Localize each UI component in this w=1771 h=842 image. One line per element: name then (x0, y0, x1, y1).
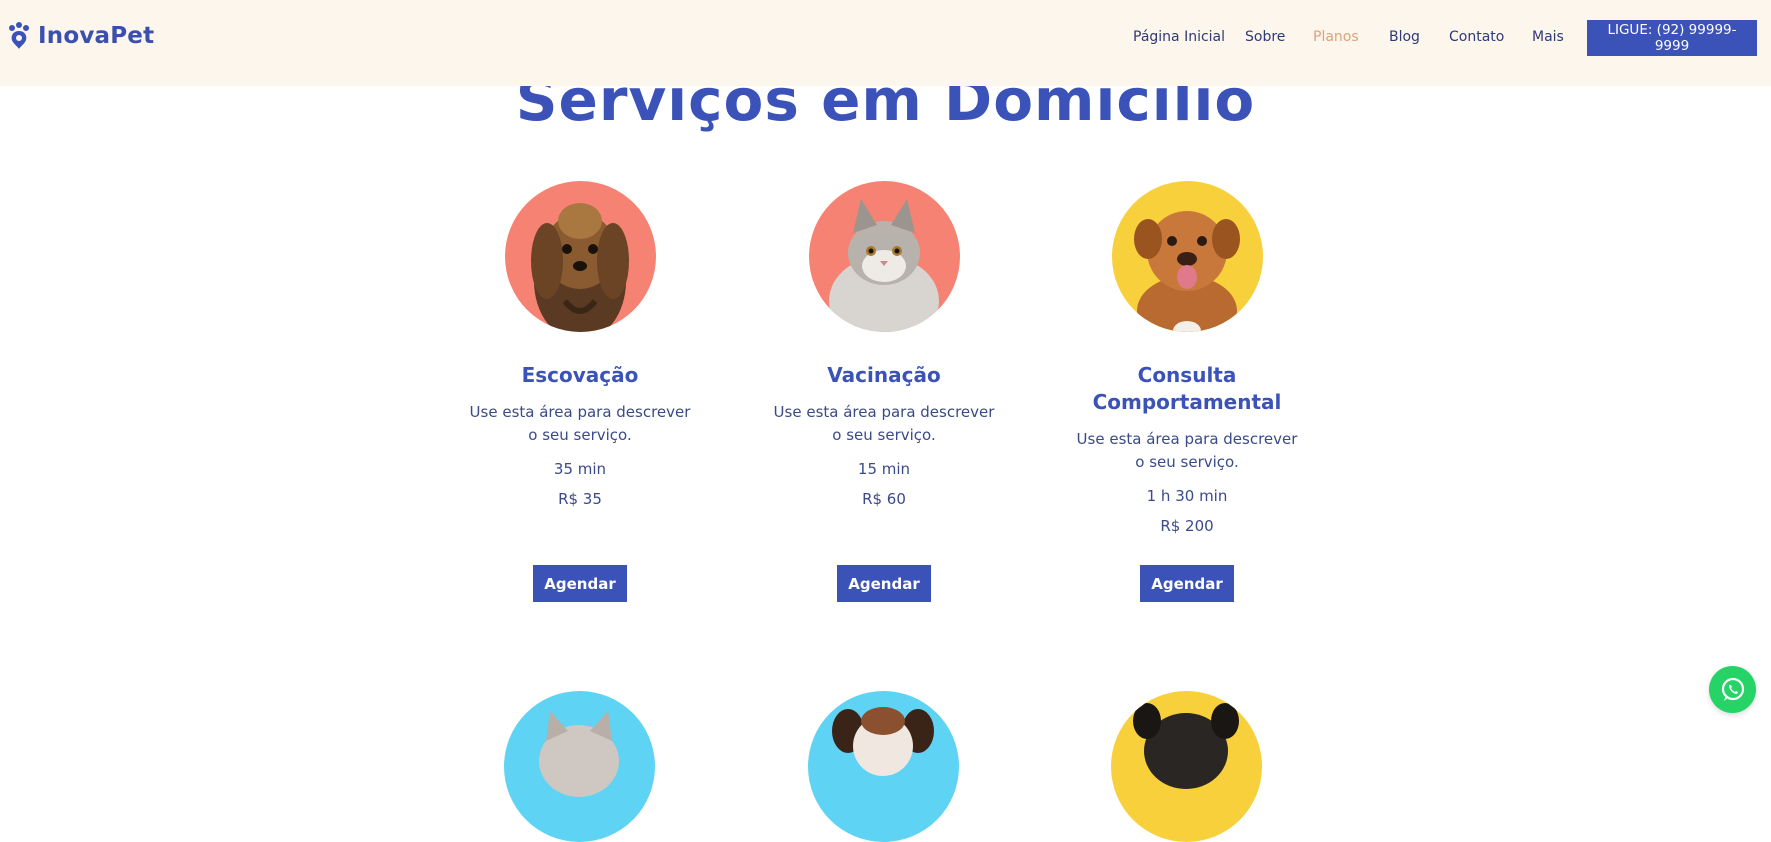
service-price: R$ 200 (1160, 517, 1214, 535)
agendar-button[interactable]: Agendar (1140, 565, 1234, 602)
service-card: Consulta Comportamental Use esta área pa… (1067, 181, 1307, 535)
call-button[interactable]: LIGUE: (92) 99999-9999 (1587, 20, 1757, 56)
cat-image (539, 711, 619, 797)
grey-cat-image (828, 199, 939, 332)
nav-item-mais[interactable]: Mais (1532, 29, 1564, 45)
agendar-button[interactable]: Agendar (837, 565, 931, 602)
nav-item-pagina-inicial[interactable]: Página Inicial (1133, 29, 1225, 45)
service-duration: 1 h 30 min (1146, 487, 1228, 505)
nav-item-contato[interactable]: Contato (1449, 29, 1504, 45)
service-description-line: Use esta área para descrever (773, 403, 995, 421)
service-description-line: Use esta área para descrever (469, 403, 691, 421)
service-card: Escovação Use esta área para descrever o… (460, 181, 700, 508)
paw-icon (9, 22, 29, 49)
pet-photo-cat (808, 181, 960, 332)
service-card: Vacinação Use esta área para descrever o… (764, 181, 1004, 508)
dog-image (1133, 703, 1239, 789)
pet-photo-cat-next (504, 691, 655, 842)
pet-photo-dog (504, 181, 656, 332)
nav-item-planos[interactable]: Planos (1313, 29, 1359, 45)
service-description-line: o seu serviço. (832, 426, 936, 444)
service-description-line: Use esta área para descrever (1076, 430, 1298, 448)
agendar-button[interactable]: Agendar (533, 565, 627, 602)
brand-name: InovaPet (38, 23, 155, 49)
service-description-line: o seu serviço. (528, 426, 632, 444)
pet-photo-puppy (1111, 181, 1263, 332)
service-description: Use esta área para descrever o seu servi… (764, 401, 1004, 447)
nav-item-sobre[interactable]: Sobre (1245, 29, 1285, 45)
service-title-line: Comportamental (1092, 390, 1282, 414)
service-price: R$ 35 (558, 490, 602, 508)
nav-item-blog[interactable]: Blog (1389, 29, 1420, 45)
service-description-line: o seu serviço. (1135, 453, 1239, 471)
whatsapp-icon (1721, 677, 1744, 701)
site-header: InovaPet Página Inicial Sobre Planos Blo… (0, 0, 1771, 86)
service-title: Escovação (521, 363, 639, 387)
mastiff-puppy-image (1133, 211, 1240, 332)
service-duration: 15 min (857, 460, 911, 478)
dog-image (832, 707, 934, 776)
yorkshire-dog-image (530, 203, 629, 332)
service-duration: 35 min (553, 460, 607, 478)
whatsapp-button[interactable] (1709, 666, 1756, 713)
brand-logo[interactable]: InovaPet (8, 22, 154, 50)
pet-photo-dog-next-2 (1111, 691, 1262, 842)
service-title-line: Consulta (1137, 363, 1237, 387)
pet-photo-dog-next (808, 691, 959, 842)
service-description: Use esta área para descrever o seu servi… (460, 401, 700, 447)
service-title: Consulta Comportamental (1067, 362, 1307, 416)
service-price: R$ 60 (862, 490, 906, 508)
service-description: Use esta área para descrever o seu servi… (1067, 428, 1307, 474)
service-title: Vacinação (827, 363, 941, 387)
